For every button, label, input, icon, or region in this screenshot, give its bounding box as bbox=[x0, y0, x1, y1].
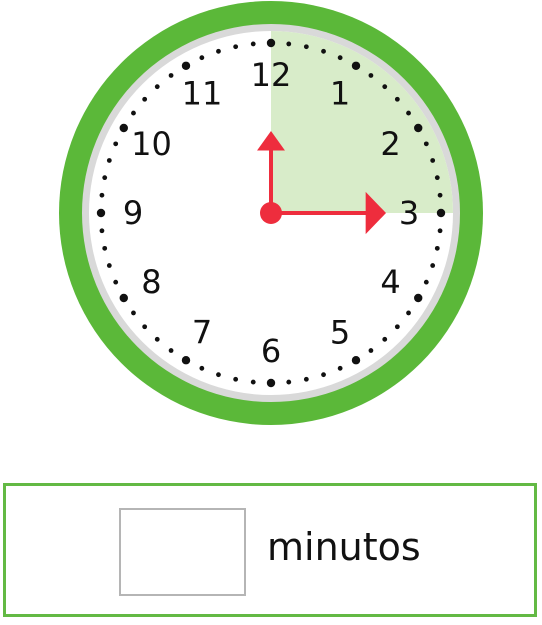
minute-dot bbox=[99, 228, 105, 234]
minute-dot bbox=[131, 310, 136, 316]
minute-dot bbox=[321, 372, 326, 378]
minute-dot bbox=[423, 141, 429, 147]
minute-dot bbox=[106, 263, 112, 268]
hour-dot bbox=[266, 38, 276, 48]
minute-dot bbox=[321, 48, 326, 54]
minute-dot bbox=[430, 158, 436, 163]
minute-dot bbox=[368, 73, 374, 78]
clock-number: 3 bbox=[399, 194, 419, 232]
hour-dot bbox=[436, 208, 446, 218]
minute-dot bbox=[337, 365, 343, 371]
hour-dot bbox=[119, 293, 128, 303]
clock-number: 8 bbox=[141, 263, 161, 301]
minute-dot bbox=[113, 279, 119, 285]
hour-dot bbox=[181, 61, 191, 70]
clock-pivot bbox=[260, 202, 282, 224]
clock-number: 11 bbox=[182, 74, 223, 112]
minute-dot bbox=[434, 175, 440, 181]
minute-dot bbox=[286, 41, 292, 47]
minute-dot bbox=[102, 245, 108, 251]
hour-dot bbox=[414, 123, 423, 133]
minute-dot bbox=[368, 348, 374, 353]
minute-dot bbox=[233, 376, 239, 382]
minute-dot bbox=[168, 73, 174, 78]
minute-dot bbox=[106, 158, 112, 163]
minute-dot bbox=[154, 336, 160, 342]
minute-dot bbox=[394, 324, 400, 330]
minute-dot bbox=[394, 96, 400, 102]
minute-dot bbox=[154, 84, 160, 90]
minute-dot bbox=[250, 41, 256, 47]
minute-dot bbox=[423, 279, 429, 285]
minute-dot bbox=[168, 348, 174, 353]
minute-dot bbox=[142, 96, 148, 102]
answer-panel: minutos bbox=[3, 483, 537, 617]
minute-dot bbox=[437, 192, 443, 198]
clock-number: 12 bbox=[251, 56, 292, 94]
hour-dot bbox=[266, 378, 276, 388]
minute-dot bbox=[286, 379, 292, 385]
minute-dot bbox=[102, 175, 108, 181]
hour-dot bbox=[181, 356, 191, 365]
hour-dot bbox=[96, 208, 106, 218]
minute-dot bbox=[337, 55, 343, 61]
minute-dot bbox=[199, 365, 205, 371]
minute-dot bbox=[382, 336, 388, 342]
minute-dot bbox=[434, 245, 440, 251]
minute-dot bbox=[406, 110, 411, 116]
clock-number: 7 bbox=[192, 314, 212, 352]
hour-dot bbox=[119, 123, 128, 133]
minute-dot bbox=[99, 192, 105, 198]
shaded-quarter bbox=[271, 31, 453, 213]
clock-number: 10 bbox=[131, 125, 172, 163]
minute-dot bbox=[216, 372, 221, 378]
minute-dot bbox=[382, 84, 388, 90]
minute-dot bbox=[233, 44, 239, 50]
clock-illustration: 12 12 3 45 6 78 9 10 11 bbox=[59, 1, 483, 425]
minute-dot bbox=[437, 228, 443, 234]
clock-number: 2 bbox=[380, 125, 400, 163]
hour-dot bbox=[351, 61, 361, 70]
minutes-answer-box[interactable] bbox=[119, 508, 246, 596]
minute-dot bbox=[430, 263, 436, 268]
minute-dot bbox=[303, 376, 309, 382]
hour-dot bbox=[414, 293, 423, 303]
minute-dot bbox=[250, 379, 256, 385]
minute-dot bbox=[142, 324, 148, 330]
minutes-label: minutos bbox=[267, 525, 421, 569]
minute-dot bbox=[113, 141, 119, 147]
clock-number: 6 bbox=[261, 332, 281, 370]
minute-dot bbox=[303, 44, 309, 50]
clock-number: 1 bbox=[330, 74, 350, 112]
clock-number: 5 bbox=[330, 314, 350, 352]
minute-dot bbox=[199, 55, 205, 61]
minute-dot bbox=[131, 110, 136, 116]
hour-dot bbox=[351, 356, 361, 365]
clock-number: 4 bbox=[380, 263, 400, 301]
minute-dot bbox=[216, 48, 221, 54]
minute-dot bbox=[406, 310, 411, 316]
clock-number: 9 bbox=[123, 194, 143, 232]
